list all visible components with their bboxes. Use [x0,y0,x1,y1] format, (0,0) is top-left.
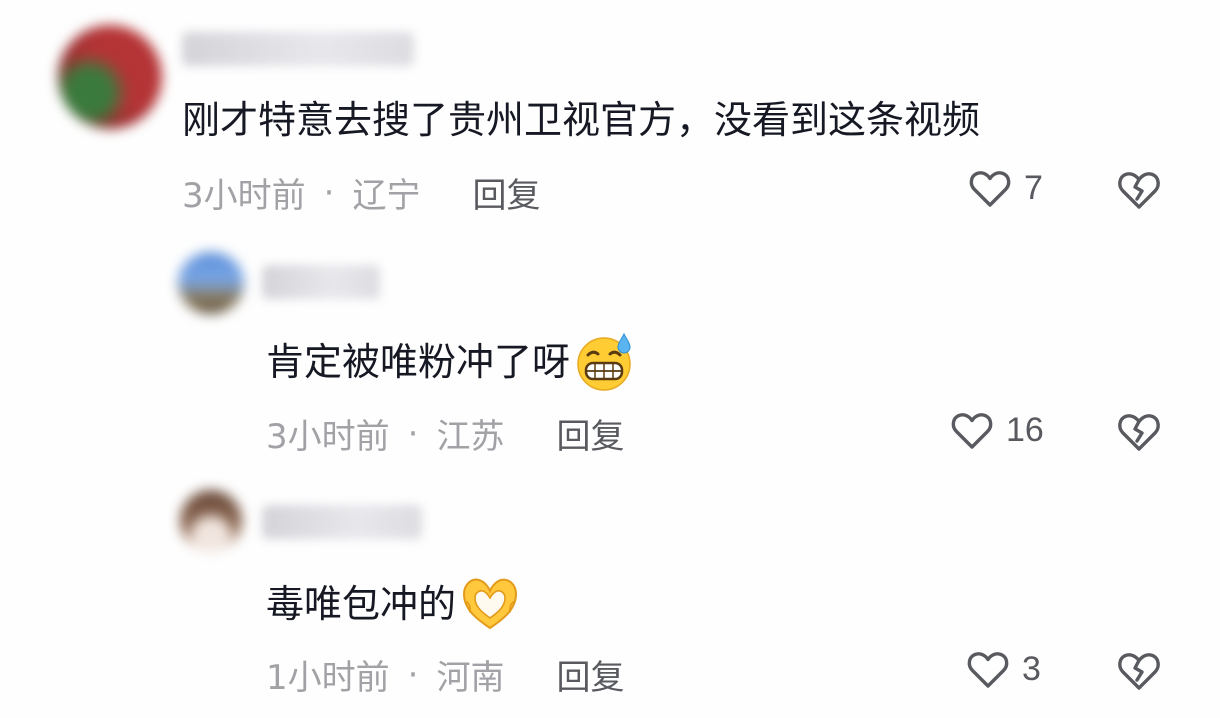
meta-separator: · [407,654,419,695]
reply-button[interactable]: 回复 [472,168,540,217]
like-button[interactable]: 16 [948,406,1044,454]
comment-location: 江苏 [436,417,505,457]
heart-outline-icon [967,652,1009,688]
heart-outline-icon [969,171,1011,207]
comment-text: 毒唯包冲的 [266,572,522,636]
comment-location: 辽宁 [352,176,421,216]
heart-outline-icon [951,413,993,449]
comment-meta: 1小时前 · 河南 回复 [266,650,624,699]
like-count: 16 [1006,410,1044,449]
username-blurred[interactable] [262,505,422,539]
comment-list: 刚才特意去搜了贵州卫视官方，没看到这条视频 3小时前 · 辽宁 回复 7 肯定被… [0,0,1220,718]
comment-time: 3小时前 [266,417,390,457]
avatar[interactable] [178,252,244,314]
like-count: 7 [1024,168,1043,207]
like-button[interactable]: 3 [964,645,1041,693]
broken-heart-icon[interactable] [1114,645,1164,695]
reply-button[interactable]: 回复 [556,409,624,458]
comment-meta: 3小时前 · 江苏 回复 [266,409,624,458]
comment-meta: 3小时前 · 辽宁 回复 [182,168,540,217]
comment-text-content: 刚才特意去搜了贵州卫视官方，没看到这条视频 [182,98,981,142]
comment-text-content: 毒唯包冲的 [266,582,457,626]
broken-heart-icon[interactable] [1114,406,1164,456]
comment-text: 刚才特意去搜了贵州卫视官方，没看到这条视频 [182,96,980,144]
avatar[interactable] [180,490,242,552]
avatar[interactable] [58,25,162,129]
like-count: 3 [1022,649,1041,688]
reply-button[interactable]: 回复 [556,650,624,699]
comment-text-content: 肯定被唯粉冲了呀 [266,340,571,384]
meta-separator: · [323,172,335,213]
username-blurred[interactable] [182,32,414,66]
comment-text: 肯定被唯粉冲了呀 [266,330,636,394]
comment-location: 河南 [436,658,505,698]
grinning-sweat-emoji [577,332,631,391]
meta-separator: · [407,413,419,454]
like-button[interactable]: 7 [966,164,1043,212]
comment-time: 3小时前 [182,176,306,216]
heart-hands-emoji [463,578,518,630]
comment-time: 1小时前 [266,658,390,698]
broken-heart-icon[interactable] [1114,164,1164,214]
username-blurred[interactable] [262,265,380,299]
